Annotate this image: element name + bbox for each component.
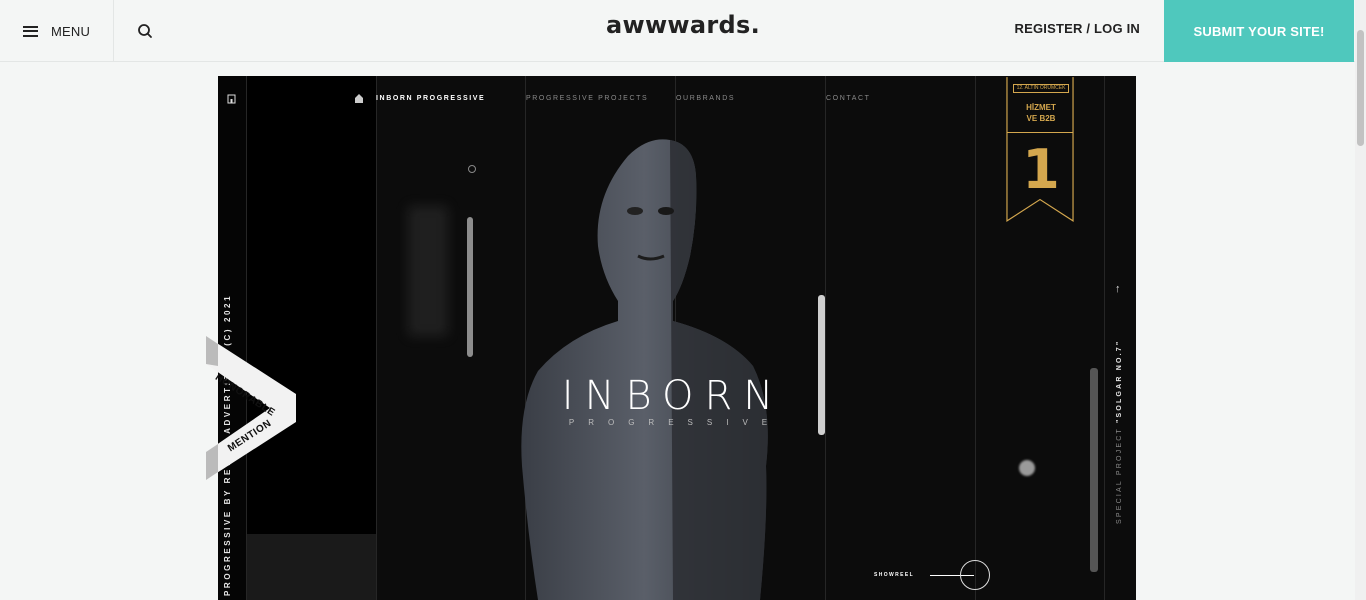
nav-inborn-progressive[interactable]: INBORN PROGRESSIVE [376, 95, 485, 102]
light-dot [468, 165, 476, 173]
submit-your-site-button[interactable]: SUBMIT YOUR SITE! [1164, 0, 1354, 62]
award-badge-line2: VE B2B [1026, 114, 1056, 123]
showreel-play-icon[interactable] [960, 560, 990, 590]
column-divider [376, 76, 377, 600]
awwwards-logo[interactable]: awwwards. [606, 11, 760, 39]
scrollbar-thumb[interactable] [1357, 30, 1364, 146]
brand-subtitle: PROGRESSIVE [568, 418, 782, 427]
side-text-right: SPECIAL PROJECT "SOLGAR NO.7" [1116, 340, 1123, 524]
brand-title: INBORN [561, 373, 785, 419]
light-glow [408, 206, 448, 336]
preview-grey-panel [246, 534, 376, 600]
honorable-mention-ribbon[interactable] [204, 336, 300, 480]
light-dot [1019, 460, 1035, 476]
award-badge-rank: 1 [1022, 138, 1060, 201]
home-icon [227, 94, 236, 104]
menu-button[interactable]: MENU [0, 0, 114, 62]
page-scrollbar[interactable] [1355, 0, 1366, 600]
hamburger-icon [23, 25, 38, 37]
sculpture-figure [521, 139, 768, 600]
top-navigation-bar: MENU awwwards. REGISTER / LOG IN [0, 0, 1366, 62]
register-login-link[interactable]: REGISTER / LOG IN [1015, 21, 1140, 36]
menu-label: MENU [51, 23, 91, 39]
search-icon[interactable] [134, 20, 156, 42]
award-badge-line1: HİZMET [1026, 103, 1056, 112]
light-tube [1090, 368, 1098, 572]
light-tube [467, 217, 473, 357]
nav-contact[interactable]: CONTACT [826, 95, 871, 102]
nav-home-icon[interactable] [355, 94, 363, 103]
arrow-up-icon: ↑ [1115, 283, 1121, 295]
nav-progressive-projects[interactable]: PROGRESSIVE PROJECTS [526, 95, 648, 102]
site-preview-image[interactable]: INBORN PROGRESSIVE PROGRESSIVE PROJECTS … [218, 76, 1136, 600]
showreel-link[interactable]: SHOWREEL [874, 572, 914, 578]
side-text-right-project: "SOLGAR NO.7" [1116, 339, 1123, 424]
column-divider [1104, 76, 1105, 600]
nav-ourbrands[interactable]: OURBRANDS [676, 95, 735, 102]
column-divider [975, 76, 976, 600]
award-badge-top: 12. ALTIN ÖRÜMCEK [1013, 84, 1069, 93]
side-text-right-prefix: SPECIAL PROJECT [1116, 423, 1123, 524]
